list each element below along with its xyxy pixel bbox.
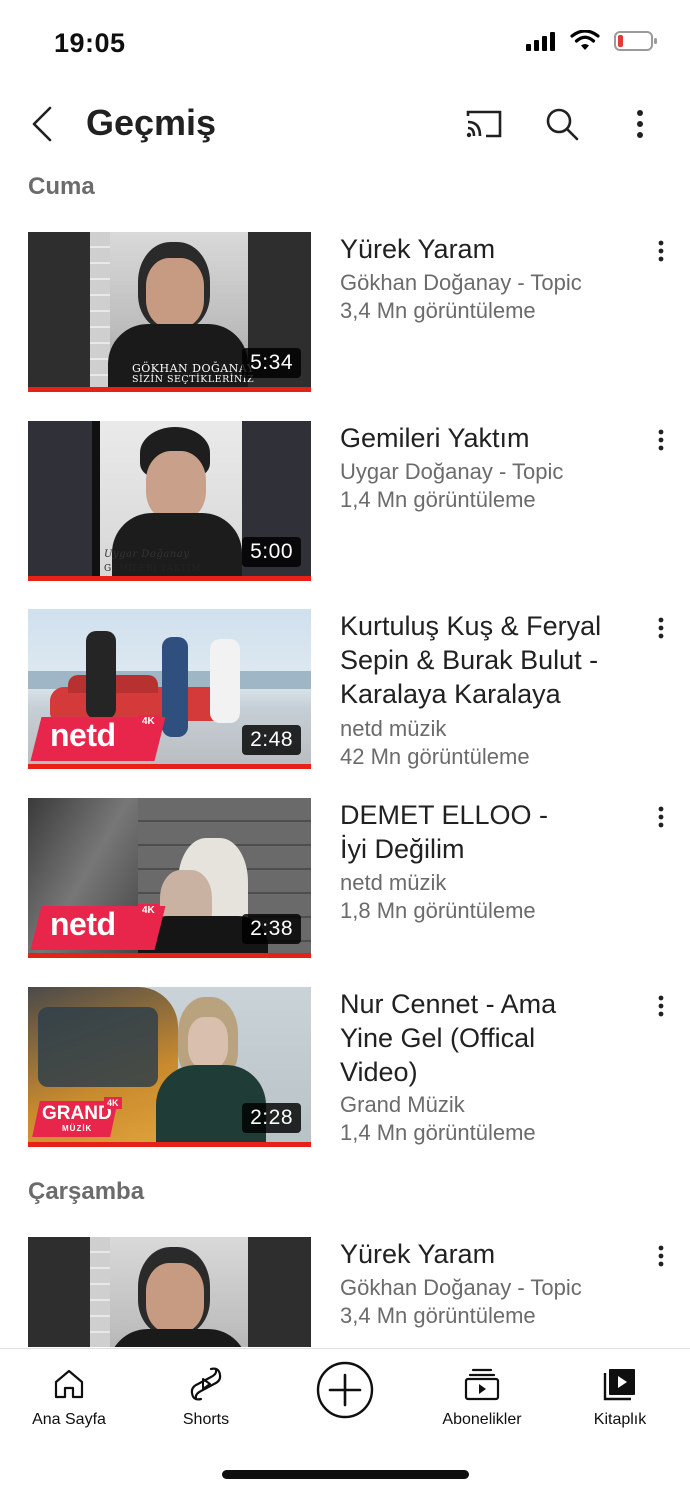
nav-library[interactable]: Kitaplık [555, 1363, 685, 1429]
thumbnail-text: SİZİN SEÇTİKLERİNİZ [132, 374, 255, 385]
battery-icon [614, 31, 657, 51]
watch-progress-bar [28, 953, 311, 958]
video-thumbnail[interactable]: netd 4K 2:48 [28, 609, 311, 769]
video-title[interactable]: Yürek Yaram [340, 232, 630, 266]
video-menu-button[interactable] [646, 611, 676, 645]
status-bar: 19:05 [0, 0, 690, 88]
watch-progress-bar [28, 387, 311, 392]
channel-badge-text: netd [50, 906, 116, 942]
video-menu-button[interactable] [646, 1239, 668, 1273]
video-thumbnail[interactable] [28, 1237, 311, 1347]
video-views: 3,4 Mn görüntüleme [340, 1303, 536, 1328]
video-menu-button[interactable] [646, 423, 676, 457]
subscriptions-icon [464, 1368, 500, 1401]
video-title[interactable]: Gemileri Yaktım [340, 421, 630, 455]
video-channel: Gökhan Doğanay - Topic [340, 1275, 582, 1300]
section-header-day: Çarşamba [28, 1178, 145, 1205]
list-item[interactable]: netd 4K 2:38 DEMET ELLOO - İyi Değilim n… [28, 798, 668, 958]
video-thumbnail[interactable]: GRAND MÜZİK 4K 2:28 [28, 987, 311, 1147]
duration-badge: 5:34 [242, 348, 301, 378]
more-vertical-icon [658, 617, 664, 639]
video-views: 3,4 Mn görüntüleme [340, 298, 536, 323]
channel-badge-subtext: MÜZİK [62, 1124, 93, 1133]
list-item[interactable]: GÖKHAN DOĞANAY SİZİN SEÇTİKLERİNİZ 5:34 … [28, 232, 668, 392]
watch-progress-bar [28, 1142, 311, 1147]
video-channel: netd müzik [340, 716, 447, 741]
resolution-tag: 4K [138, 904, 159, 917]
status-time: 19:05 [54, 28, 126, 58]
video-title[interactable]: Yürek Yaram [340, 1237, 630, 1271]
more-vertical-icon [658, 995, 664, 1017]
search-button[interactable] [540, 102, 584, 146]
channel-badge-text: netd [50, 717, 116, 753]
watch-progress-bar [28, 764, 311, 769]
shorts-icon [190, 1367, 222, 1401]
more-vertical-icon [658, 806, 664, 828]
video-title[interactable]: DEMET ELLOO - İyi Değilim [340, 798, 580, 866]
back-button[interactable] [22, 102, 62, 146]
duration-badge: 2:28 [242, 1103, 301, 1133]
list-item[interactable]: netd 4K 2:48 Kurtuluş Kuş & Feryal Sepin… [28, 609, 668, 769]
video-title[interactable]: Kurtuluş Kuş & Feryal Sepin & Burak Bulu… [340, 609, 630, 711]
status-icons [526, 30, 658, 52]
cast-button[interactable] [462, 102, 506, 146]
top-bar: Geçmiş [0, 88, 690, 160]
video-thumbnail[interactable]: Uygar Doğanay GEMİLERİ YAKTIM 5:00 [28, 421, 311, 581]
video-channel: Uygar Doğanay - Topic [340, 459, 564, 484]
video-thumbnail[interactable]: GÖKHAN DOĞANAY SİZİN SEÇTİKLERİNİZ 5:34 [28, 232, 311, 392]
video-thumbnail[interactable]: netd 4K 2:38 [28, 798, 311, 958]
duration-badge: 2:48 [242, 725, 301, 755]
home-indicator[interactable] [222, 1470, 469, 1479]
video-channel: Grand Müzik [340, 1092, 465, 1117]
home-icon [54, 1369, 84, 1399]
nav-subscriptions[interactable]: Abonelikler [417, 1363, 547, 1429]
more-options-button[interactable] [620, 102, 660, 146]
duration-badge: 2:38 [242, 914, 301, 944]
more-vertical-icon [658, 1245, 664, 1267]
list-item[interactable]: Uygar Doğanay GEMİLERİ YAKTIM 5:00 Gemil… [28, 421, 668, 581]
video-views: 42 Mn görüntüleme [340, 744, 530, 769]
watch-progress-bar [28, 576, 311, 581]
more-vertical-icon [637, 110, 643, 138]
resolution-tag: 4K [104, 1097, 122, 1109]
duration-badge: 5:00 [242, 537, 301, 567]
nav-label: Ana Sayfa [32, 1411, 106, 1428]
resolution-tag: 4K [138, 715, 159, 728]
nav-label: Kitaplık [593, 1411, 647, 1428]
page-title: Geçmiş [86, 102, 217, 143]
cast-icon [466, 110, 502, 138]
create-icon [316, 1361, 374, 1419]
section-header-day: Cuma [28, 173, 95, 200]
library-icon [603, 1369, 635, 1401]
video-views: 1,8 Mn görüntüleme [340, 898, 536, 923]
list-item[interactable]: GRAND MÜZİK 4K 2:28 Nur Cennet - Ama Yin… [28, 987, 668, 1147]
nav-home[interactable]: Ana Sayfa [4, 1363, 134, 1429]
nav-create[interactable] [280, 1359, 410, 1421]
search-icon [546, 108, 579, 141]
more-vertical-icon [658, 240, 664, 262]
video-title[interactable]: Nur Cennet - Ama Yine Gel (Offical Video… [340, 987, 590, 1089]
channel-badge-text: GRAND [42, 1103, 112, 1124]
video-menu-button[interactable] [646, 989, 676, 1023]
nav-label: Shorts [182, 1411, 230, 1428]
thumbnail-text: Uygar Doğanay [104, 549, 190, 560]
signal-icon [526, 32, 555, 51]
nav-shorts[interactable]: Shorts [141, 1363, 271, 1429]
video-channel: Gökhan Doğanay - Topic [340, 270, 582, 295]
list-item[interactable]: Yürek Yaram Gökhan Doğanay - Topic 3,4 M… [28, 1237, 668, 1347]
video-channel: netd müzik [340, 870, 447, 895]
thumbnail-text: GEMİLERİ YAKTIM [104, 564, 202, 574]
wifi-icon [570, 30, 600, 50]
nav-label: Abonelikler [442, 1411, 522, 1428]
more-vertical-icon [658, 429, 664, 451]
video-menu-button[interactable] [646, 234, 676, 268]
video-views: 1,4 Mn görüntüleme [340, 487, 536, 512]
chevron-left-icon [32, 106, 52, 142]
video-menu-button[interactable] [646, 800, 676, 834]
video-views: 1,4 Mn görüntüleme [340, 1120, 536, 1145]
